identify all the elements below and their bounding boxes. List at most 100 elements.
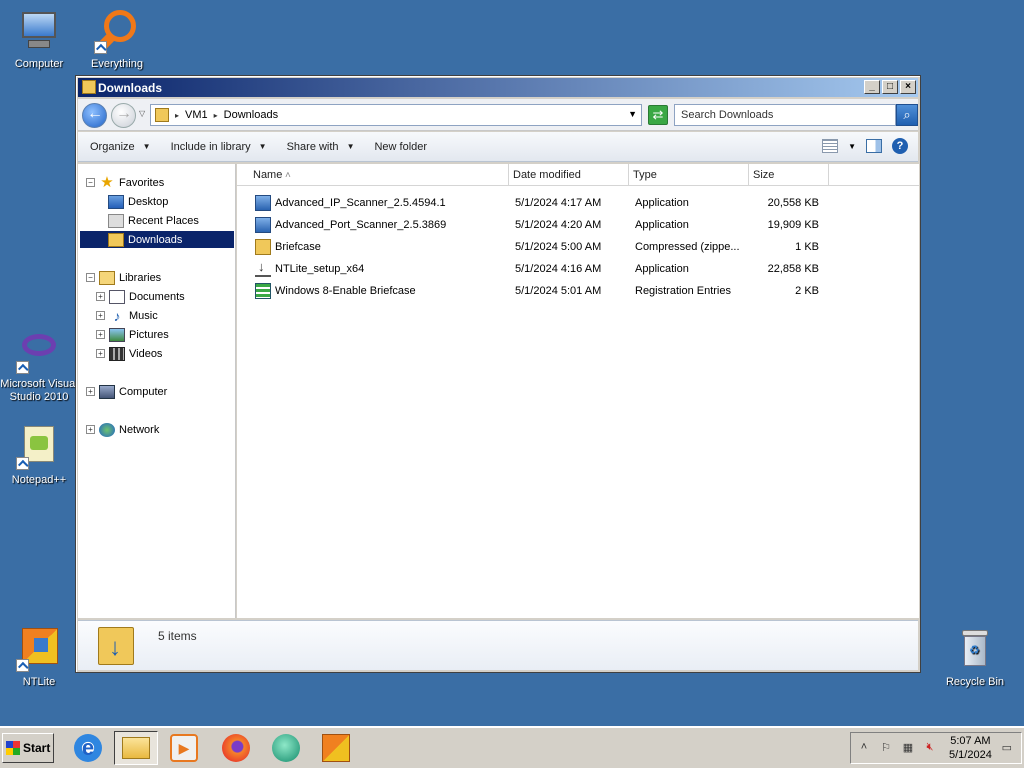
ntlite-icon <box>16 626 62 672</box>
file-row[interactable]: Briefcase 5/1/2024 5:00 AM Compressed (z… <box>237 236 919 258</box>
expand-icon[interactable]: + <box>96 292 105 301</box>
column-header-type[interactable]: Type <box>629 164 749 186</box>
organize-menu[interactable]: Organize ▼ <box>90 141 151 153</box>
network-status-icon[interactable]: ▦ <box>901 741 915 755</box>
tree-item-pictures[interactable]: + Pictures <box>96 326 169 343</box>
desktop-icon-notepad-plus-plus[interactable]: Notepad++ <box>0 424 78 487</box>
clock-date: 5/1/2024 <box>949 749 992 761</box>
share-with-menu[interactable]: Share with ▼ <box>287 141 355 153</box>
taskbar-internet-explorer[interactable]: e <box>66 731 110 765</box>
taskbar-media-player[interactable]: ▶ <box>162 731 206 765</box>
expand-icon[interactable]: + <box>96 349 105 358</box>
minimize-button[interactable]: _ <box>864 80 880 94</box>
change-view-icon[interactable] <box>822 139 839 153</box>
firefox-icon <box>222 734 250 762</box>
taskbar-ntlite[interactable] <box>314 731 358 765</box>
taskbar-firefox[interactable] <box>214 731 258 765</box>
new-folder-button[interactable]: New folder <box>374 141 427 153</box>
star-icon: ★ <box>100 173 114 191</box>
breadcrumb-vm1[interactable]: VM1 <box>185 109 208 121</box>
file-size: 1 KB <box>795 241 819 253</box>
recycle-bin-icon: ♻ <box>952 626 998 672</box>
window-titlebar[interactable]: Downloads _ □ × <box>78 78 918 97</box>
view-options-dropdown[interactable]: ▼ <box>848 142 856 151</box>
show-desktop-icon[interactable]: ▭ <box>1000 741 1014 755</box>
tree-label: Recent Places <box>128 214 199 227</box>
registry-icon <box>255 283 271 299</box>
file-row[interactable]: Advanced_Port_Scanner_2.5.3869 5/1/2024 … <box>237 214 919 236</box>
back-button[interactable] <box>82 103 107 128</box>
expand-icon[interactable]: + <box>96 330 105 339</box>
tree-item-recent-places[interactable]: Recent Places <box>108 212 199 229</box>
file-size: 19,909 KB <box>767 219 819 231</box>
desktop-icon-computer[interactable]: Computer <box>0 8 78 71</box>
desktop-icon-visual-studio[interactable]: Microsoft Visual Studio 2010 <box>0 328 78 404</box>
address-bar[interactable]: ▸ VM1 ▸ Downloads ▼ <box>150 104 642 126</box>
music-icon: ♪ <box>113 307 121 324</box>
volume-muted-icon[interactable]: 🔇︎ <box>923 741 937 755</box>
file-type: Registration Entries <box>635 285 731 297</box>
help-icon[interactable]: ? <box>892 138 908 154</box>
start-button[interactable]: Start <box>2 733 54 763</box>
collapse-icon[interactable]: − <box>86 178 95 187</box>
collapse-icon[interactable]: − <box>86 273 95 282</box>
tree-item-documents[interactable]: + Documents <box>96 288 185 305</box>
tree-item-computer[interactable]: + Computer <box>86 383 167 400</box>
breadcrumb-chevron-icon[interactable]: ▸ <box>214 111 218 120</box>
recent-pages-dropdown[interactable]: ▽ <box>139 109 145 118</box>
tree-item-libraries[interactable]: − Libraries <box>86 269 161 286</box>
refresh-button[interactable]: ⇄ <box>648 105 668 125</box>
tree-item-music[interactable]: + ♪ Music <box>96 307 158 324</box>
app-icon <box>255 195 271 211</box>
file-row[interactable]: Windows 8-Enable Briefcase 5/1/2024 5:01… <box>237 280 919 302</box>
tree-label: Music <box>129 309 158 322</box>
app-icon <box>255 217 271 233</box>
clock[interactable]: 5:07 AM 5/1/2024 <box>949 734 992 762</box>
file-name: NTLite_setup_x64 <box>275 263 365 275</box>
desktop-icon-recycle-bin[interactable]: ♻ Recycle Bin <box>936 626 1014 689</box>
breadcrumb-chevron-icon[interactable]: ▸ <box>175 111 179 120</box>
desktop-icon-ntlite[interactable]: NTLite <box>0 626 78 689</box>
window-title: Downloads <box>98 80 163 95</box>
tree-label: Libraries <box>119 271 162 284</box>
file-type: Compressed (zippe... <box>635 241 740 253</box>
file-name: Advanced_Port_Scanner_2.5.3869 <box>275 219 447 231</box>
file-row[interactable]: NTLite_setup_x64 5/1/2024 4:16 AM Applic… <box>237 258 919 280</box>
search-input[interactable]: Search Downloads <box>674 104 896 126</box>
column-header-name[interactable]: Name <box>237 164 509 187</box>
breadcrumb-downloads[interactable]: Downloads <box>224 109 278 121</box>
tree-item-network[interactable]: + Network <box>86 421 159 438</box>
expand-icon[interactable]: + <box>96 311 105 320</box>
pictures-icon <box>109 327 125 342</box>
file-type: Application <box>635 263 689 275</box>
column-header-date-modified[interactable]: Date modified <box>509 164 629 186</box>
expand-icon[interactable]: + <box>86 425 95 434</box>
taskbar-app-green[interactable] <box>264 731 308 765</box>
tree-item-downloads[interactable]: Downloads <box>80 231 234 248</box>
recent-places-icon <box>108 213 124 228</box>
tree-label: Network <box>119 423 160 436</box>
navigation-pane: − ★ Favorites Desktop Recent Places Down… <box>78 164 236 618</box>
show-hidden-icons-icon[interactable]: ˄ <box>857 741 871 755</box>
search-icon[interactable]: ⌕ <box>896 104 918 126</box>
preview-pane-icon[interactable] <box>866 139 882 153</box>
tree-item-favorites[interactable]: − ★ Favorites <box>86 174 164 191</box>
maximize-button[interactable]: □ <box>882 80 898 94</box>
include-in-library-menu[interactable]: Include in library ▼ <box>171 141 267 153</box>
file-date: 5/1/2024 4:20 AM <box>515 219 602 231</box>
tree-item-videos[interactable]: + Videos <box>96 345 162 362</box>
column-header-size[interactable]: Size <box>749 164 829 186</box>
shortcut-arrow-icon <box>16 659 29 672</box>
address-history-dropdown[interactable]: ▼ <box>628 109 637 119</box>
file-row[interactable]: Advanced_IP_Scanner_2.5.4594.1 5/1/2024 … <box>237 192 919 214</box>
downloads-folder-icon <box>155 108 169 122</box>
tree-label: Desktop <box>128 195 169 208</box>
tree-item-desktop[interactable]: Desktop <box>108 193 168 210</box>
close-button[interactable]: × <box>900 80 916 94</box>
taskbar-windows-explorer[interactable] <box>114 731 158 765</box>
action-center-flag-icon[interactable]: ⚐ <box>879 741 893 755</box>
expand-icon[interactable]: + <box>86 387 95 396</box>
desktop-icon-everything[interactable]: Everything <box>78 8 156 71</box>
forward-button[interactable] <box>111 103 136 128</box>
include-in-library-label: Include in library <box>170 140 251 153</box>
